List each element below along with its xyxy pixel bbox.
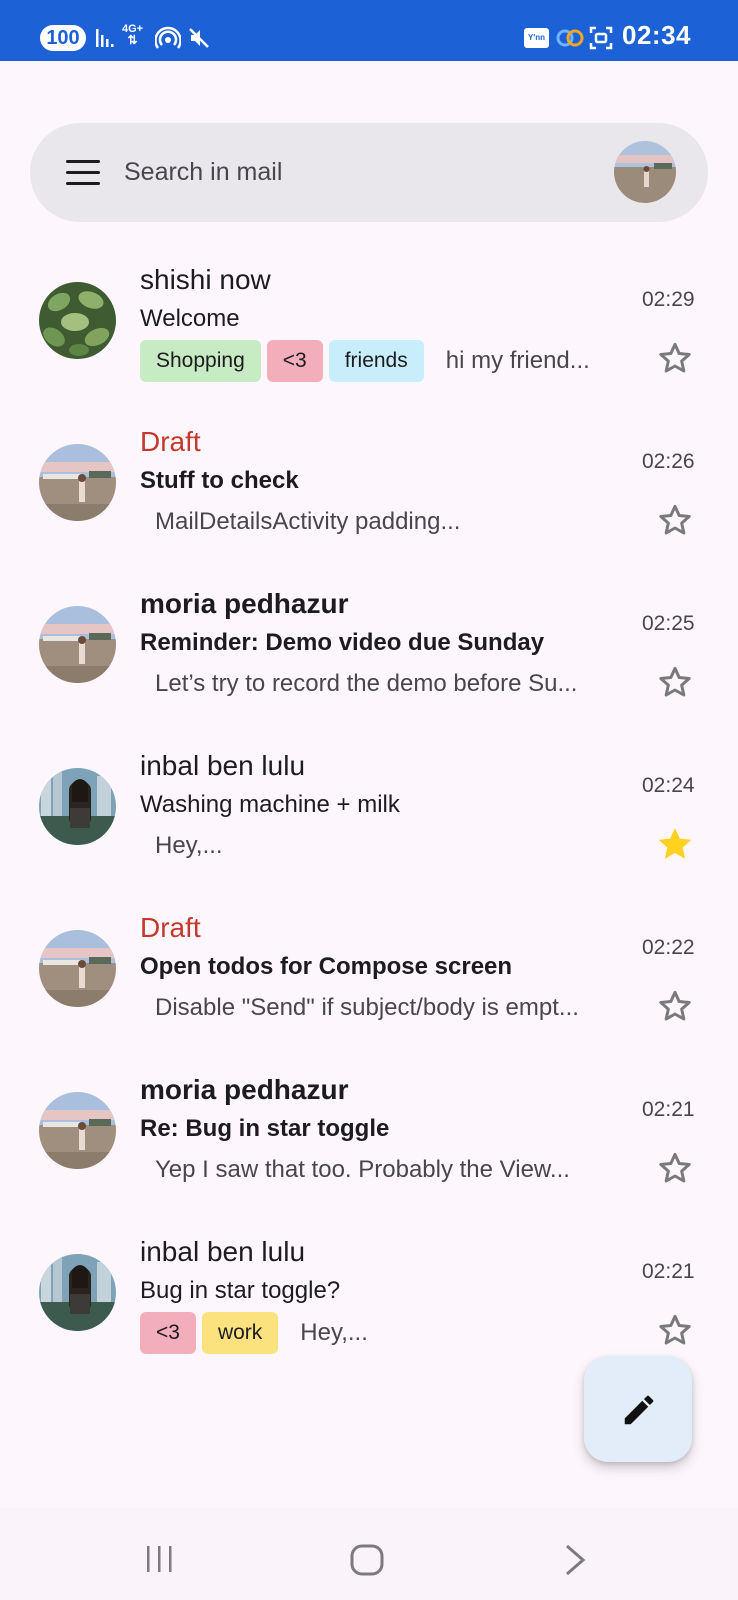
email-time: 02:24 [642, 774, 695, 797]
sender-name: moria pedhazur [140, 1074, 349, 1105]
email-time: 02:25 [642, 612, 695, 635]
back-icon[interactable] [563, 1544, 587, 1576]
sender-avatar [39, 768, 116, 845]
email-snippet: Disable "Send" if subject/body is empt..… [155, 994, 579, 1021]
menu-icon[interactable] [66, 160, 100, 186]
sender-avatar [39, 282, 116, 359]
email-snippet: MailDetailsActivity padding... [155, 508, 461, 535]
email-row[interactable]: Draft 02:26 Stuff to check MailDetailsActiv… [0, 414, 738, 574]
sender-name: inbal ben lulu [140, 750, 306, 781]
signal-icon [96, 29, 114, 47]
email-time: 02:22 [642, 936, 695, 959]
label-chip: <3 [140, 1312, 196, 1354]
star-outline-icon[interactable] [655, 1148, 695, 1188]
sender-name: moria pedhazur [140, 588, 349, 619]
label-chip: <3 [266, 340, 323, 382]
label-chip: friends [328, 340, 424, 382]
email-tags: <3 work Hey,... [140, 1312, 368, 1354]
sender-name: inbal ben lulu [140, 1236, 306, 1267]
email-subject: Reminder: Demo video due Sunday [140, 629, 545, 656]
email-row[interactable]: moria pedhazur 02:21 Re: Bug in star toggl… [0, 1062, 738, 1222]
sender-avatar [39, 444, 116, 521]
screenshot-icon [589, 26, 613, 50]
app-circles-icon [556, 29, 584, 47]
search-input[interactable]: Search in mail [124, 158, 282, 187]
compose-button[interactable] [584, 1356, 692, 1462]
sender-avatar [39, 930, 116, 1007]
app-notification-icon: Y'nn [524, 28, 549, 48]
email-snippet: Hey,... [155, 832, 223, 859]
email-time: 02:26 [642, 450, 695, 473]
email-time: 02:21 [642, 1260, 695, 1283]
email-snippet: Let’s try to record the demo before Su..… [155, 670, 578, 697]
email-time: 02:21 [642, 1098, 695, 1121]
label-chip: Shopping [140, 340, 261, 382]
email-row[interactable]: moria pedhazur 02:25 Reminder: Demo video … [0, 576, 738, 736]
mute-icon [189, 28, 209, 48]
sender-avatar [39, 1254, 116, 1331]
email-subject: Welcome [140, 305, 240, 332]
draft-label: Draft [140, 912, 201, 943]
battery-indicator: 100 [40, 25, 86, 51]
draft-label: Draft [140, 426, 201, 457]
pencil-icon [624, 1395, 654, 1425]
navigation-bar [0, 1508, 738, 1600]
sender-avatar [39, 1092, 116, 1169]
email-subject: Washing machine + milk [140, 791, 400, 818]
email-snippet: hi my friend... [445, 347, 590, 374]
star-outline-icon[interactable] [655, 662, 695, 702]
status-bar: 100 4G+ ⇅ Y'nn 02:34 [0, 0, 738, 61]
sender-avatar [39, 606, 116, 683]
network-type: 4G+ ⇅ [122, 23, 144, 47]
email-tags: Shopping <3 friends hi my friend... [140, 340, 590, 382]
star-outline-icon[interactable] [655, 1310, 695, 1350]
account-avatar[interactable] [614, 141, 676, 203]
email-subject: Open todos for Compose screen [140, 953, 513, 980]
star-filled-icon[interactable] [655, 824, 695, 864]
home-icon[interactable] [350, 1544, 384, 1576]
star-outline-icon[interactable] [655, 338, 695, 378]
email-subject: Re: Bug in star toggle [140, 1115, 390, 1142]
star-outline-icon[interactable] [655, 500, 695, 540]
email-subject: Bug in star toggle? [140, 1277, 341, 1304]
email-row[interactable]: inbal ben lulu 02:24 Washing machine + mil… [0, 738, 738, 898]
star-outline-icon[interactable] [655, 986, 695, 1026]
email-snippet: Yep I saw that too. Probably the View... [155, 1156, 570, 1183]
sender-name: shishi now [140, 264, 271, 295]
email-snippet: Hey,... [300, 1319, 368, 1346]
email-time: 02:29 [642, 288, 695, 311]
clock: 02:34 [622, 20, 691, 50]
email-row[interactable]: shishi now 02:29 Welcome Shopping <3 friends h… [0, 252, 738, 412]
hotspot-icon [155, 26, 181, 49]
email-subject: Stuff to check [140, 467, 299, 494]
label-chip: work [201, 1312, 279, 1354]
search-bar[interactable]: Search in mail [30, 123, 708, 222]
recent-apps-icon[interactable] [145, 1544, 175, 1574]
email-row[interactable]: Draft 02:22 Open todos for Compose screen D… [0, 900, 738, 1060]
